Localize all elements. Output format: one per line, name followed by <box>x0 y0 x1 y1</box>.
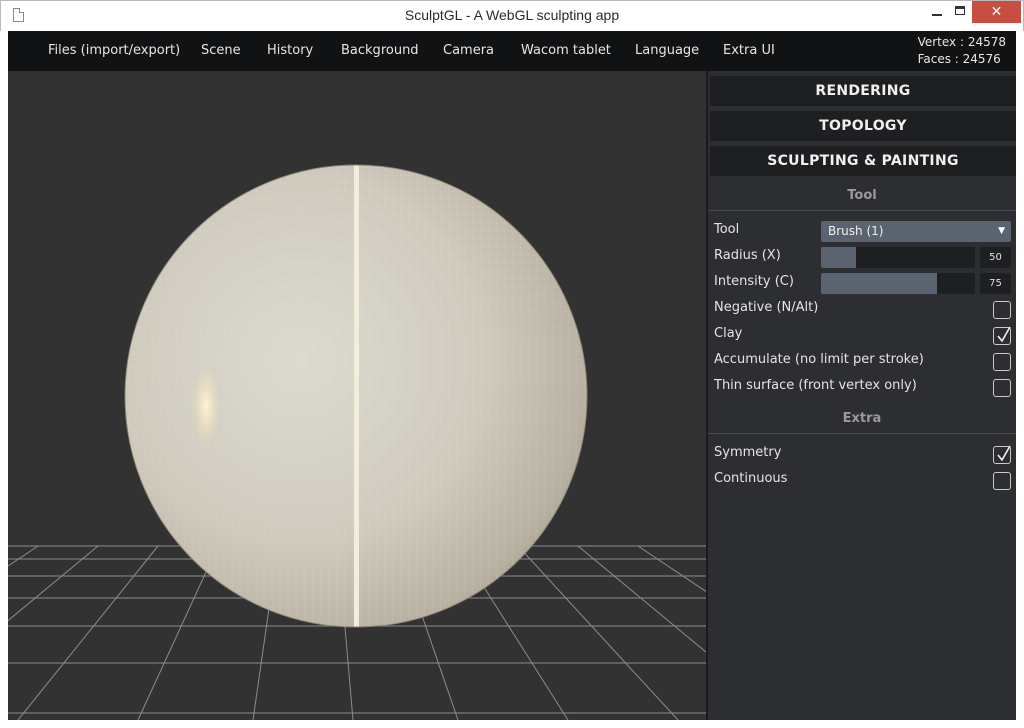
close-button[interactable]: ✕ <box>972 1 1021 23</box>
tool-label: Tool <box>714 222 740 237</box>
intensity-slider[interactable] <box>821 273 975 294</box>
tool-select-value: Brush (1) <box>828 224 884 238</box>
radius-value[interactable]: 50 <box>980 247 1011 268</box>
tool-select[interactable]: Brush (1) ▼ <box>821 221 1011 242</box>
radius-slider[interactable] <box>821 247 975 268</box>
control-panel: RENDERING TOPOLOGY SCULPTING & PAINTING … <box>706 71 1016 720</box>
menu-files[interactable]: Files (import/export) <box>48 43 180 58</box>
window-titlebar: SculptGL - A WebGL sculpting app ✕ <box>0 0 1024 31</box>
mesh-stats: Vertex : 24578 Faces : 24576 <box>918 34 1006 68</box>
checkmark-icon <box>997 445 1011 462</box>
menu-language[interactable]: Language <box>635 43 699 58</box>
section-sculpting-painting[interactable]: SCULPTING & PAINTING <box>710 146 1016 176</box>
maximize-icon <box>955 6 965 15</box>
intensity-slider-fill <box>821 273 937 294</box>
menu-background[interactable]: Background <box>341 43 419 58</box>
faces-count: Faces : 24576 <box>917 52 1001 66</box>
symmetry-label: Symmetry <box>714 445 782 460</box>
chevron-down-icon: ▼ <box>998 226 1005 236</box>
clay-checkbox[interactable] <box>993 326 1011 345</box>
checkmark-icon <box>997 326 1011 343</box>
thin-surface-checkbox[interactable] <box>993 379 1011 397</box>
menu-wacom-tablet[interactable]: Wacom tablet <box>521 43 611 58</box>
minimize-icon <box>932 14 942 16</box>
window-title: SculptGL - A WebGL sculpting app <box>404 7 620 23</box>
menu-scene[interactable]: Scene <box>201 43 241 58</box>
continuous-label: Continuous <box>714 471 788 486</box>
divider <box>708 433 1016 434</box>
intensity-value[interactable]: 75 <box>980 273 1011 294</box>
menu-extra-ui[interactable]: Extra UI <box>723 43 775 58</box>
sculptgl-app: Files (import/export) Scene History Back… <box>8 31 1016 720</box>
menu-camera[interactable]: Camera <box>443 43 494 58</box>
negative-checkbox[interactable] <box>993 301 1011 319</box>
section-rendering[interactable]: RENDERING <box>710 76 1016 106</box>
vertex-count: Vertex : 24578 <box>917 35 1006 49</box>
symmetry-checkbox[interactable] <box>993 445 1011 464</box>
continuous-checkbox[interactable] <box>993 472 1011 490</box>
menu-bar: Files (import/export) Scene History Back… <box>8 31 1016 71</box>
section-topology[interactable]: TOPOLOGY <box>710 111 1016 141</box>
intensity-label: Intensity (C) <box>714 274 794 289</box>
group-title-tool: Tool <box>847 188 877 203</box>
negative-label: Negative (N/Alt) <box>714 300 819 315</box>
group-title-extra: Extra <box>842 411 882 426</box>
radius-slider-fill <box>821 247 857 268</box>
3d-viewport[interactable] <box>8 71 706 720</box>
viewport-canvas[interactable] <box>8 71 706 720</box>
divider <box>708 210 1016 211</box>
accumulate-checkbox[interactable] <box>993 353 1011 371</box>
accumulate-label: Accumulate (no limit per stroke) <box>714 352 924 367</box>
thin-surface-label: Thin surface (front vertex only) <box>714 378 917 393</box>
clay-label: Clay <box>714 326 743 341</box>
menu-history[interactable]: History <box>267 43 313 58</box>
radius-label: Radius (X) <box>714 248 781 263</box>
sculpt-sphere[interactable] <box>124 164 588 628</box>
